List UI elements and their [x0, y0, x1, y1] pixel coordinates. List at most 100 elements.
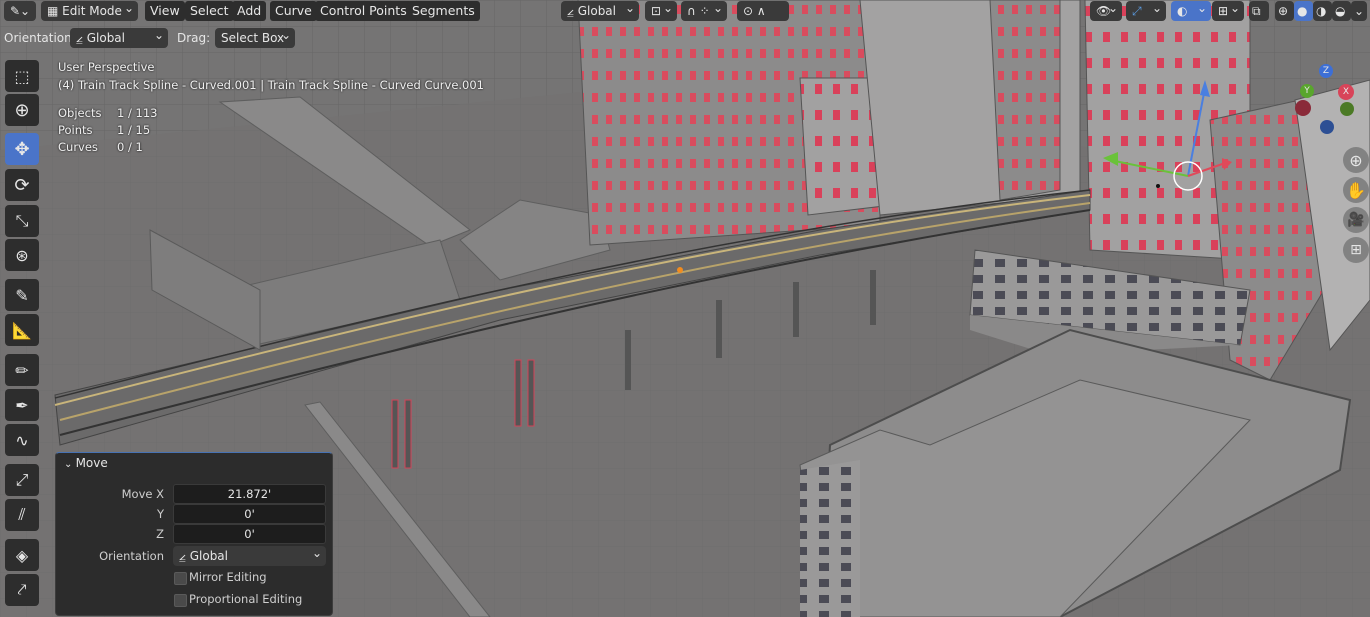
rotate-icon: ⟳ [14, 174, 30, 196]
drag-value: Select Box [221, 31, 285, 45]
curve-draw-tool[interactable]: ∿ [5, 424, 39, 456]
overlay-dropdown[interactable]: ◐ [1171, 1, 1211, 21]
mirror-editing-checkbox[interactable] [174, 572, 187, 585]
measure-tool[interactable]: 📐 [5, 314, 39, 346]
camera-icon: 🎥 [1347, 212, 1365, 228]
gizmo-z-axis[interactable]: Z [1319, 64, 1333, 78]
shading-options-button[interactable]: ⌄ [1351, 1, 1367, 21]
pan-button[interactable]: ✋ [1343, 177, 1369, 203]
orientation-dropdown[interactable]: ⦤ Global [70, 28, 168, 48]
shading-wireframe-button[interactable]: ⊕ [1275, 1, 1294, 21]
move-z-field[interactable]: 0' [173, 524, 326, 544]
camera-view-button[interactable]: 🎥 [1343, 207, 1369, 233]
view-name: User Perspective [58, 60, 155, 74]
operator-orientation-value: Global [189, 549, 228, 563]
transform-tool[interactable]: ⊛ [5, 239, 39, 271]
crosshair-icon: ⊕ [14, 99, 30, 121]
gizmo-neg-y[interactable] [1340, 102, 1354, 116]
overlay-icon: ◐ [1177, 4, 1188, 18]
pen-nib-icon: ✒ [15, 395, 29, 415]
move-x-field[interactable]: 21.872' [173, 484, 326, 504]
tilt-tool[interactable]: ⫽ [5, 499, 39, 531]
move-x-label: Move X [121, 487, 164, 501]
annotate-pen-icon: ✎ [15, 285, 29, 305]
orientation-field-label: Orientation [99, 549, 164, 563]
proportional-icon: ⊙ ∧ [743, 4, 766, 18]
extrude-tool[interactable]: ◈ [5, 539, 39, 571]
mode-value: Edit Mode [62, 4, 122, 18]
solid-sphere-icon: ● [1297, 4, 1308, 18]
proportional-editing-checkbox[interactable] [174, 594, 187, 607]
zoom-magnifier-icon: ⊕ [1349, 150, 1363, 170]
shading-solid-button[interactable]: ● [1294, 1, 1313, 21]
transform-orientation-dropdown[interactable]: ⦤ Global [561, 1, 639, 21]
orientation-axis-icon: ⦤ [179, 549, 190, 563]
menu-segments[interactable]: Segments [407, 1, 480, 21]
shading-rendered-button[interactable]: ◒ [1332, 1, 1351, 21]
editor-type-button[interactable]: ✎⌄ [4, 1, 36, 21]
menu-add[interactable]: Add [232, 1, 267, 21]
scale-tool[interactable]: ⤡ [5, 205, 39, 237]
cursor-arrow-icon: ⬚ [14, 66, 30, 86]
orientation-value: Global [86, 31, 125, 45]
move-tool[interactable]: ✥ [5, 133, 39, 165]
proportional-editing-label[interactable]: Proportional Editing [189, 592, 302, 606]
navigation-gizmo[interactable]: Z Y X [1290, 62, 1365, 142]
operator-panel-header[interactable]: ⌄ Move [64, 456, 108, 470]
curve-icon: ∿ [15, 430, 29, 450]
gizmo-neg-x[interactable] [1295, 100, 1311, 116]
shading-material-button[interactable]: ◑ [1313, 1, 1332, 21]
cursor-tool[interactable]: ⊕ [5, 94, 39, 126]
gizmo-y-axis[interactable]: Y [1300, 84, 1314, 98]
ruler-icon: 📐 [12, 320, 32, 340]
stat-curves-value: 0 / 1 [117, 140, 143, 154]
zoom-button[interactable]: ⊕ [1343, 147, 1369, 173]
menu-view[interactable]: View [145, 1, 185, 21]
pen-tool[interactable]: ✒ [5, 389, 39, 421]
annotate-tool[interactable]: ✎ [5, 279, 39, 311]
proportional-edit-button[interactable]: ⊙ ∧ [737, 1, 789, 21]
ortho-toggle-button[interactable]: ⊞ [1343, 237, 1369, 263]
gizmo-x-axis[interactable]: X [1338, 84, 1354, 100]
gizmo-dropdown[interactable]: ⤢ [1126, 1, 1166, 21]
drag-dropdown[interactable]: Select Box [215, 28, 295, 48]
mirror-editing-label[interactable]: Mirror Editing [189, 570, 267, 584]
menu-select[interactable]: Select [185, 1, 234, 21]
gizmo-neg-z[interactable] [1320, 120, 1334, 134]
draw-tool[interactable]: ✏ [5, 354, 39, 386]
radius-tool[interactable]: ⤢ [5, 464, 39, 496]
snap-dropdown[interactable]: ∩ ⁘ [681, 1, 727, 21]
menu-control-points[interactable]: Control Points [315, 1, 412, 21]
rendered-sphere-icon: ◒ [1335, 4, 1346, 18]
randomize-icon: ⤤ [17, 580, 27, 599]
chevron-down-icon: ⌄ [1354, 4, 1365, 18]
header-bar: ✎⌄ ▦ Edit Mode View Select Add Curve Con… [0, 0, 1370, 24]
select-box-tool[interactable]: ⬚ [5, 60, 39, 92]
operator-orientation-dropdown[interactable]: ⦤ Global [173, 546, 326, 566]
gizmo-icon: ⤢ [1132, 4, 1142, 18]
mode-dropdown[interactable]: ▦ Edit Mode [41, 1, 138, 21]
pivot-icon: ⊡ [651, 4, 662, 18]
move-arrows-icon: ✥ [14, 138, 30, 160]
wireframe-sphere-icon: ⊕ [1278, 4, 1289, 18]
rotate-tool[interactable]: ⟳ [5, 169, 39, 201]
menu-curve[interactable]: Curve [270, 1, 317, 21]
grid-icon: ⊞ [1350, 242, 1362, 258]
move-z-label: Z [156, 527, 164, 541]
eye-icon: 👁 [1096, 4, 1112, 18]
mesh-overlay-dropdown[interactable]: ⊞ [1212, 1, 1244, 21]
hand-icon: ✋ [1346, 180, 1366, 200]
orientation-axis-icon: ⦤ [76, 31, 87, 45]
transform-icon: ⊛ [15, 245, 29, 265]
xray-toggle[interactable]: ⧉ [1249, 1, 1269, 21]
transform-orientation-value: Global [577, 4, 616, 18]
stat-objects-label: Objects [58, 106, 102, 120]
randomize-tool[interactable]: ⤤ [5, 574, 39, 606]
visibility-dropdown[interactable]: 👁 [1090, 1, 1122, 21]
pivot-point-dropdown[interactable]: ⊡ [645, 1, 677, 21]
stat-points-label: Points [58, 123, 93, 137]
move-y-field[interactable]: 0' [173, 504, 326, 524]
chevron-down-icon: ⌄ [64, 459, 76, 470]
mesh-select-icon: ⊞ [1218, 4, 1229, 18]
operator-panel: ⌄ Move Move X 21.872' Y 0' Z 0' Orientat… [55, 452, 333, 616]
